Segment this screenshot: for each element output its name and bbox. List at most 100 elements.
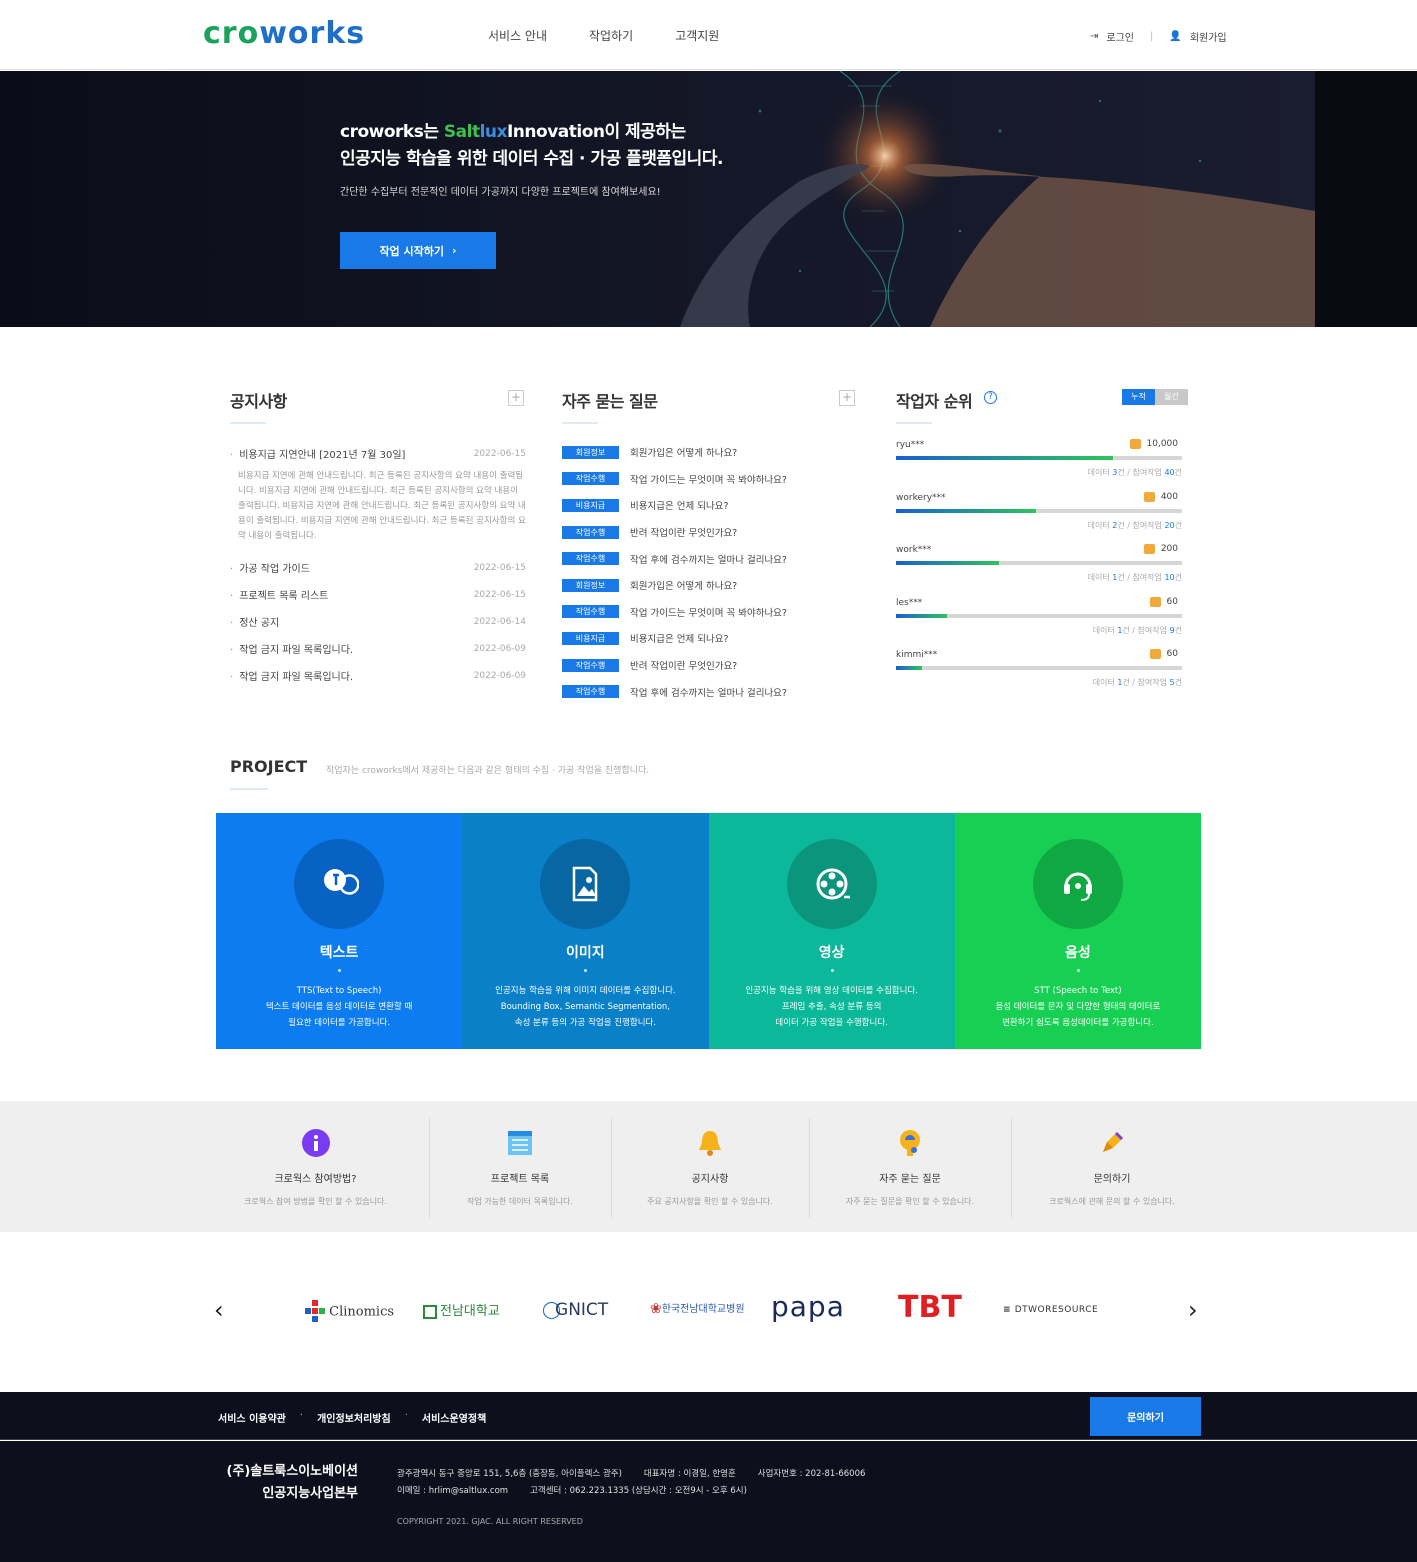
project-card-video[interactable]: 영상 인공지능 학습을 위해 영상 데이터를 수집합니다. 프레임 추출, 속성 …: [708, 813, 955, 1049]
start-work-label: 작업 시작하기: [379, 244, 444, 258]
project-circle: [786, 839, 877, 929]
contact-button[interactable]: 문의하기: [1090, 1397, 1201, 1436]
quick-link-contact[interactable]: 문의하기 크로웍스에 관해 문의 할 수 있습니다.: [1012, 1101, 1212, 1232]
stats-text: 건 / 참여작업: [1117, 573, 1165, 582]
login-link[interactable]: 로그인: [1106, 29, 1134, 44]
project-card-text[interactable]: 텍스트 TTS(Text to Speech) 텍스트 데이터를 음성 데이터로 …: [216, 813, 463, 1049]
notice-item[interactable]: 프로젝트 목록 리스트 2022-06-15: [230, 581, 526, 608]
start-work-button[interactable]: 작업 시작하기 ›: [340, 232, 496, 269]
main-nav: 서비스 안내 작업하기 고객지원: [488, 27, 719, 44]
hero-title-line1: croworks는 SaltluxInnovation이 제공하는: [340, 119, 723, 146]
faq-item[interactable]: 작업수행 작업 후에 검수까지는 얼마나 걸리나요?: [562, 678, 858, 705]
worker-points: 60: [1149, 649, 1178, 659]
faq-item[interactable]: 회원정보 회원가입은 어떻게 하나요?: [562, 572, 858, 599]
quick-link-title: 문의하기: [1093, 1174, 1131, 1185]
help-icon[interactable]: ?: [984, 391, 997, 404]
partner-logo-clinomics[interactable]: Clinomics: [305, 1300, 394, 1324]
notice-item-title: 작업 금지 파일 목록입니다.: [230, 641, 353, 656]
footer-links: 서비스 이용약관 · 개인정보처리방침 · 서비스운영정책: [218, 1410, 486, 1425]
desc-line: 인공지능 학습을 위해 이미지 데이터를 수집합니다.: [495, 986, 676, 996]
worker-stats: 데이터 1건 / 참여작업 10건: [1088, 572, 1182, 583]
nav-support[interactable]: 고객지원: [675, 27, 719, 44]
faq-item[interactable]: 작업수행 반려 작업이란 무엇인가요?: [562, 519, 858, 546]
desc-line: Bounding Box, Semantic Segmentation,: [500, 1002, 670, 1012]
stats-text: 건: [1174, 520, 1182, 530]
faq-question: 비용지급은 언제 되나요?: [630, 501, 729, 513]
faq-more-button[interactable]: +: [839, 390, 855, 406]
quick-link-desc: 크로웍스 참여 방법을 확인 할 수 있습니다.: [244, 1197, 387, 1206]
stats-text: 데이터: [1087, 468, 1113, 477]
signup-link[interactable]: 회원가입: [1190, 29, 1227, 44]
project-cards: 텍스트 TTS(Text to Speech) 텍스트 데이터를 음성 데이터로 …: [216, 813, 1201, 1049]
partner-logo-jnu[interactable]: 전남대학교: [423, 1300, 500, 1319]
quick-link-title: 자주 묻는 질문: [879, 1174, 941, 1185]
partner-logo-cnuh[interactable]: ❀한국전남대학교병원: [650, 1300, 745, 1317]
partner-logo-dtworesource[interactable]: ≡ DTWORESOURCE: [1003, 1305, 1098, 1315]
partner-name: 전남대학교: [440, 1304, 500, 1319]
jobs-count: 20: [1164, 520, 1175, 530]
notice-item[interactable]: 작업 금지 파일 목록입니다. 2022-06-09: [230, 635, 526, 662]
coin-icon: [1149, 649, 1161, 659]
notice-more-button[interactable]: +: [508, 390, 524, 406]
nav-work[interactable]: 작업하기: [589, 27, 633, 44]
stats-text: 건 / 참여작업: [1117, 520, 1165, 530]
project-card-desc: 인공지능 학습을 위해 이미지 데이터를 수집합니다. Bounding Box,…: [482, 983, 688, 1031]
quick-link-faq[interactable]: 자주 묻는 질문 자주 묻는 질문을 확인 할 수 있습니다.: [810, 1101, 1010, 1232]
desc-line: 인공지능 학습을 위해 영상 데이터를 수집합니다.: [745, 986, 918, 996]
partner-prev-arrow[interactable]: ‹: [214, 1296, 224, 1324]
project-description: 작업자는 croworks에서 제공하는 다음과 같은 형태의 수집 · 가공 …: [326, 766, 650, 776]
faq-category-tag: 작업수행: [562, 552, 619, 566]
policy-link[interactable]: 서비스운영정책: [422, 1410, 486, 1425]
saltlux-lux: lux: [479, 122, 508, 142]
quick-link-how-to[interactable]: 크로웍스 참여방법? 크로웍스 참여 방법을 확인 할 수 있습니다.: [228, 1101, 403, 1232]
stats-text: 건 / 참여작업: [1122, 678, 1170, 687]
partner-name: Clinomics: [329, 1304, 395, 1320]
notice-item-date: 2022-06-15: [473, 589, 526, 600]
stats-text: 데이터: [1087, 520, 1113, 530]
toggle-monthly[interactable]: 월간: [1155, 389, 1188, 405]
faq-item[interactable]: 회원정보 회원가입은 어떻게 하나요?: [562, 439, 858, 466]
faq-item[interactable]: 작업수행 반려 작업이란 무엇인가요?: [562, 652, 858, 679]
project-card-audio[interactable]: 음성 STT (Speech to Text) 음성 데이터를 문자 및 다양한 …: [954, 813, 1201, 1049]
notice-item[interactable]: 정산 공지 2022-06-14: [230, 608, 526, 635]
stats-text: 건: [1174, 678, 1182, 687]
quick-link-projects[interactable]: 프로젝트 목록 작업 가능한 데이터 목록입니다.: [430, 1101, 610, 1232]
ranking-item: les*** 60 데이터 1건 / 참여작업 9건: [896, 596, 1182, 649]
points-value: 60: [1166, 649, 1178, 659]
faq-question: 회원가입은 어떻게 하나요?: [630, 448, 738, 460]
partner-next-arrow[interactable]: ›: [1188, 1296, 1198, 1324]
notice-item[interactable]: 가공 작업 가이드 2022-06-15: [230, 554, 526, 581]
worker-name: workery***: [896, 492, 946, 503]
notice-title: 공지사항: [230, 392, 287, 411]
points-value: 400: [1160, 491, 1178, 502]
dtworesource-mark: ≡: [1003, 1305, 1015, 1315]
partner-logo-papa[interactable]: papa: [771, 1290, 845, 1323]
desc-line: STT (Speech to Text): [1034, 986, 1122, 996]
project-card-image[interactable]: 이미지 인공지능 학습을 위해 이미지 데이터를 수집합니다. Bounding …: [462, 813, 709, 1049]
points-value: 10,000: [1146, 439, 1179, 449]
faq-item[interactable]: 비용지급 비용지급은 언제 되나요?: [562, 625, 858, 652]
faq-item[interactable]: 작업수행 작업 가이드는 무엇이며 꼭 봐야하나요?: [562, 599, 858, 626]
faq-category-tag: 작업수행: [562, 685, 619, 699]
coin-icon: [1143, 544, 1155, 554]
desc-line: 변환하기 쉽도록 음성데이터를 가공합니다.: [1002, 1018, 1154, 1028]
croworks-logo[interactable]: croworks: [203, 16, 365, 51]
faq-item[interactable]: 작업수행 작업 후에 검수까지는 얼마나 걸리나요?: [562, 545, 858, 572]
partner-name: 한국전남대학교병원: [661, 1304, 745, 1315]
progress-fill: [896, 613, 948, 618]
notice-item[interactable]: 작업 금지 파일 목록입니다. 2022-06-09: [230, 662, 526, 689]
privacy-link[interactable]: 개인정보처리방침: [317, 1410, 391, 1425]
faq-category-tag: 작업수행: [562, 605, 619, 619]
partner-logo-tbt[interactable]: TBT: [898, 1290, 962, 1325]
nav-service-guide[interactable]: 서비스 안내: [488, 27, 547, 44]
user-plus-icon: 👤: [1169, 31, 1182, 42]
progress-fill: [896, 666, 922, 670]
terms-link[interactable]: 서비스 이용약관: [218, 1410, 286, 1425]
quick-link-notice[interactable]: 공지사항 주요 공지사항을 확인 할 수 있습니다.: [612, 1101, 808, 1232]
notice-item[interactable]: 비용지급 지연안내 [2021년 7월 30일] 2022-06-15: [230, 440, 526, 467]
partner-logo-gnict[interactable]: ◯GNICT: [542, 1300, 608, 1320]
toggle-cumulative[interactable]: 누적: [1122, 389, 1155, 405]
faq-item[interactable]: 비용지급 비용지급은 언제 되나요?: [562, 492, 858, 519]
faq-item[interactable]: 작업수행 작업 가이드는 무엇이며 꼭 봐야하나요?: [562, 466, 858, 493]
ranking-underline: [896, 422, 932, 424]
